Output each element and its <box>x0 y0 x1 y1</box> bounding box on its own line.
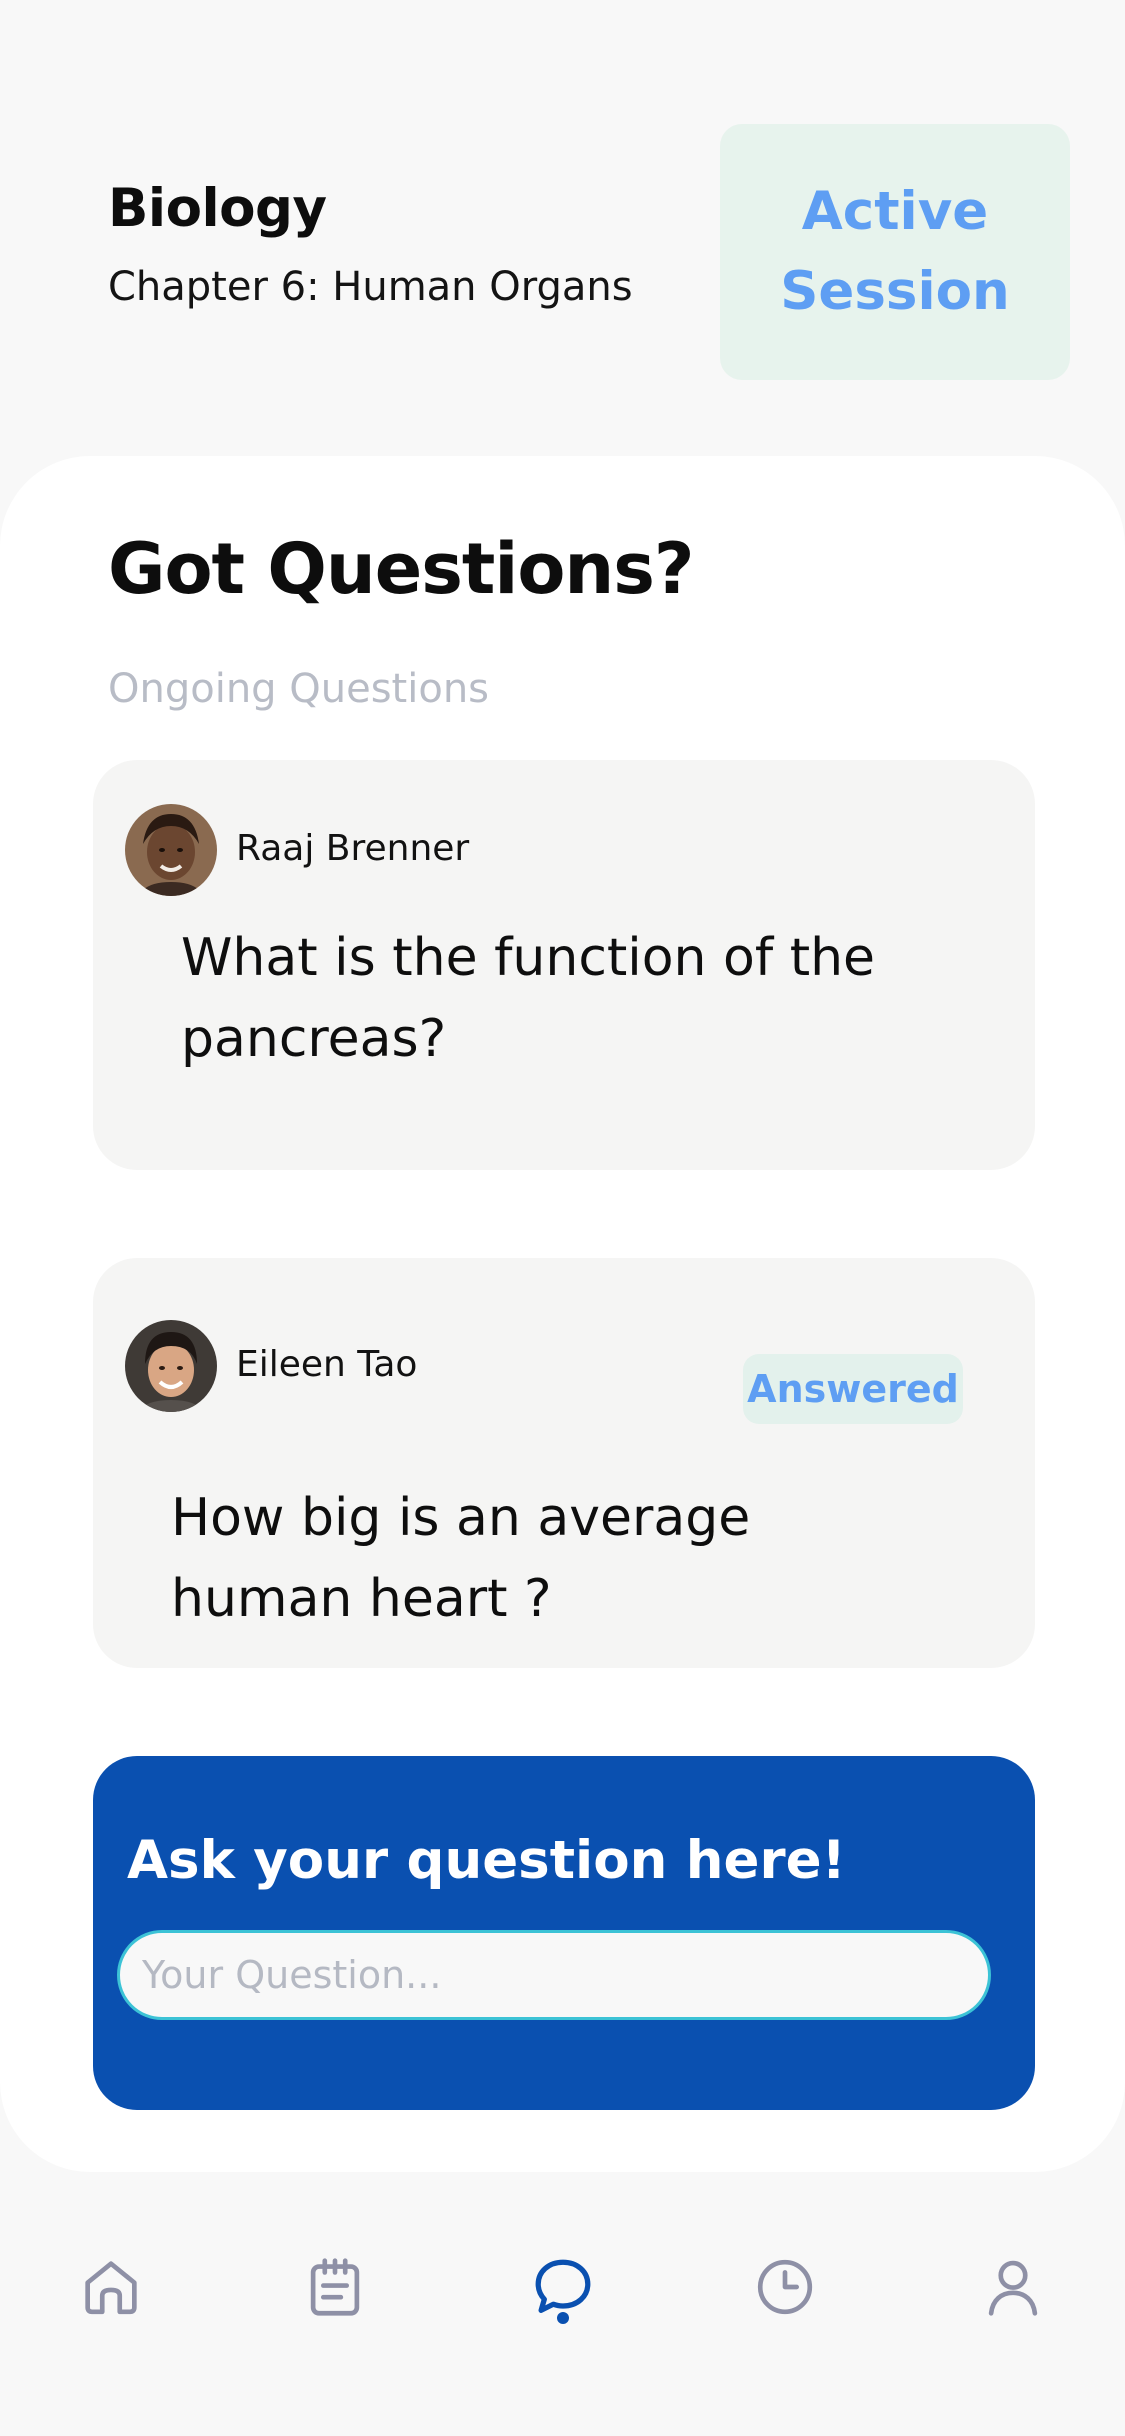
header: Biology Chapter 6: Human Organs Active S… <box>0 0 1125 430</box>
author-name: Eileen Tao <box>236 1344 418 1385</box>
clock-icon <box>757 2259 813 2315</box>
avatar <box>125 804 217 896</box>
profile-icon <box>988 2260 1038 2316</box>
nav-notes[interactable] <box>280 2232 390 2342</box>
session-status-badge: Active Session <box>720 124 1070 380</box>
active-indicator <box>557 2312 569 2324</box>
question-card[interactable]: Raaj Brenner What is the function of the… <box>93 760 1035 1170</box>
avatar-icon <box>125 804 217 896</box>
question-card[interactable]: Eileen Tao Answered How big is an averag… <box>93 1258 1035 1668</box>
subject-title: Biology <box>108 178 327 239</box>
ask-question-panel: Ask your question here! <box>93 1756 1035 2110</box>
nav-history[interactable] <box>730 2232 840 2342</box>
avatar <box>125 1320 217 1412</box>
page-title: Got Questions? <box>108 528 695 610</box>
question-text: What is the function of the pancreas? <box>181 928 876 1069</box>
bottom-nav <box>0 2172 1125 2436</box>
chapter-title: Chapter 6: Human Organs <box>108 264 633 310</box>
section-label: Ongoing Questions <box>108 666 490 712</box>
ask-title: Ask your question here! <box>127 1830 846 1891</box>
answered-badge: Answered <box>743 1354 963 1424</box>
questions-card: Got Questions? Ongoing Questions Raaj Br… <box>0 456 1125 2172</box>
nav-home[interactable] <box>56 2232 166 2342</box>
author-name: Raaj Brenner <box>236 828 470 869</box>
nav-profile[interactable] <box>958 2232 1068 2342</box>
nav-chat[interactable] <box>508 2232 618 2342</box>
session-status-label: Active Session <box>780 181 1010 322</box>
avatar-icon <box>125 1320 217 1412</box>
question-input[interactable] <box>117 1930 991 2020</box>
notes-icon <box>310 2258 360 2316</box>
question-text: How big is an average human heart ? <box>171 1488 751 1629</box>
home-icon <box>85 2261 137 2315</box>
